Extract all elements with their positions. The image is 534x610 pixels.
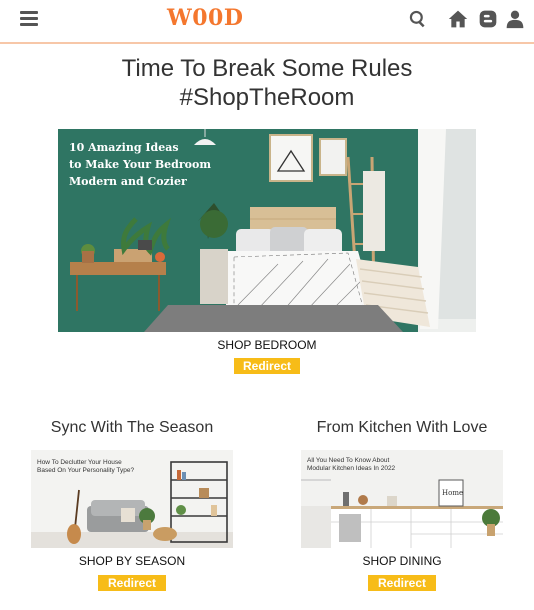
- season-image[interactable]: How To Declutter Your House Based On You…: [31, 450, 233, 548]
- home-icon[interactable]: [447, 9, 469, 29]
- redirect-button-season[interactable]: Redirect: [98, 575, 166, 591]
- banner-text-line2: to Make Your Bedroom: [69, 158, 211, 171]
- kitchen-image-text-line2: Modular Kitchen Ideas In 2022: [307, 465, 396, 472]
- page-title-line2: #ShopTheRoom: [179, 84, 355, 111]
- redirect-button-dining[interactable]: Redirect: [368, 575, 436, 591]
- section-title-kitchen: From Kitchen With Love: [316, 419, 488, 436]
- kitchen-image-text-line1: All You Need To Know About: [307, 457, 389, 464]
- banner-text-line1: 10 Amazing Ideas: [69, 141, 179, 154]
- redirect-button-bedroom[interactable]: Redirect: [234, 358, 300, 374]
- page-title: Time To Break Some Rules #ShopTheRoom: [0, 54, 534, 112]
- user-icon[interactable]: [504, 9, 526, 29]
- site-header: W00D: [0, 0, 534, 44]
- banner-text-line3: Modern and Cozier: [69, 175, 187, 188]
- search-icon[interactable]: [407, 9, 429, 29]
- bedroom-banner-image[interactable]: 10 Amazing Ideas to Make Your Bedroom Mo…: [58, 129, 476, 332]
- season-image-text-line2: Based On Your Personality Type?: [37, 467, 134, 474]
- page-title-line1: Time To Break Some Rules: [121, 55, 413, 82]
- shop-dining-label: SHOP DINING: [362, 554, 442, 568]
- kitchen-image-sign: Home: [442, 489, 463, 497]
- menu-icon[interactable]: [20, 11, 38, 27]
- shop-bedroom-label: SHOP BEDROOM: [217, 338, 317, 352]
- kitchen-image[interactable]: Home All You Need To Know About Modular …: [301, 450, 503, 548]
- site-logo[interactable]: W00D: [167, 5, 243, 31]
- blog-icon[interactable]: [477, 9, 499, 29]
- section-title-season: Sync With The Season: [50, 419, 214, 436]
- shop-by-season-label: SHOP BY SEASON: [78, 554, 186, 568]
- season-image-text-line1: How To Declutter Your House: [37, 459, 122, 466]
